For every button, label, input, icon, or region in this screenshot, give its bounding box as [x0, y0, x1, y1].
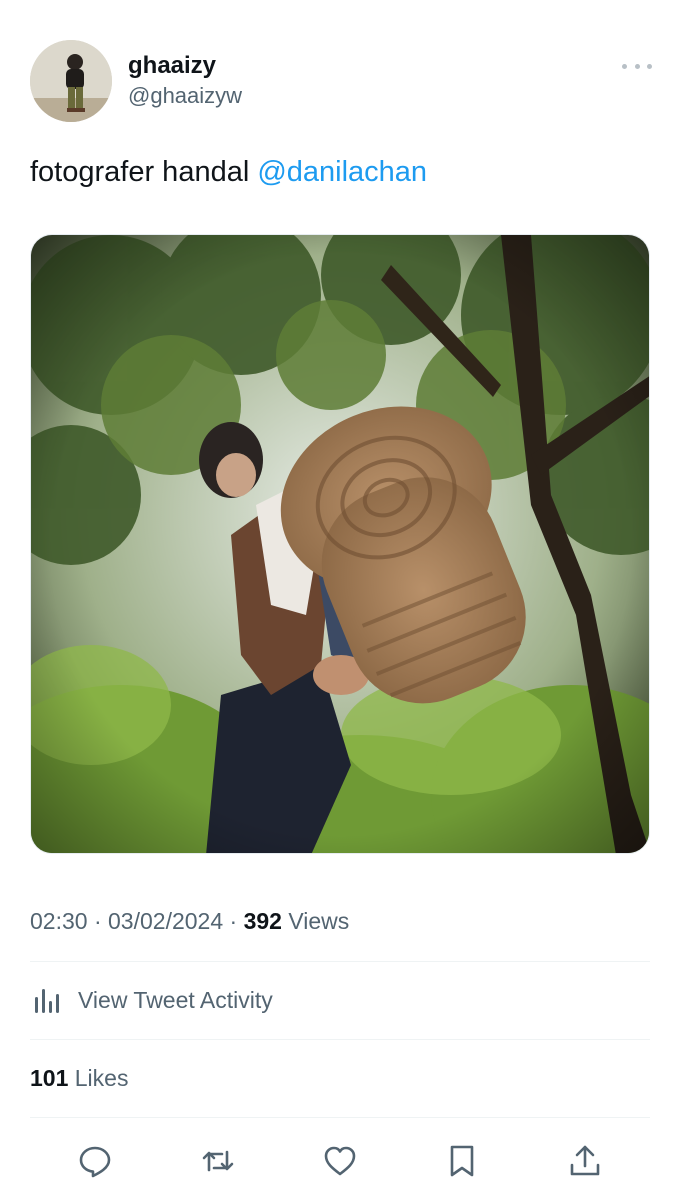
bookmark-icon: [450, 1145, 474, 1177]
tweet-header: ghaaizy @ghaaizyw: [30, 40, 652, 124]
tweet-body: fotografer handal: [30, 156, 258, 188]
likes-count: 101: [30, 1065, 69, 1091]
views-count: 392: [243, 908, 282, 934]
reply-button[interactable]: [72, 1138, 118, 1184]
user-handle[interactable]: @ghaaizyw: [128, 82, 242, 110]
tweet-text: fotografer handal @danilachan: [30, 154, 427, 190]
meta-separator: ·: [223, 908, 244, 934]
more-options-icon[interactable]: [622, 56, 652, 76]
likes-count-link[interactable]: 101 Likes: [30, 1063, 128, 1093]
retweet-button[interactable]: [195, 1138, 241, 1184]
share-icon: [570, 1145, 600, 1176]
divider: [30, 1117, 650, 1118]
likes-label: Likes: [68, 1065, 129, 1091]
divider: [30, 961, 650, 962]
bookmark-button[interactable]: [439, 1138, 485, 1184]
divider: [30, 1039, 650, 1040]
heart-icon: [324, 1146, 356, 1176]
meta-separator: ·: [87, 908, 109, 934]
bar-chart-icon: [35, 989, 59, 1013]
tweet-photo[interactable]: [30, 234, 650, 854]
display-name[interactable]: ghaaizy: [128, 52, 242, 80]
activity-label: View Tweet Activity: [78, 986, 273, 1013]
avatar[interactable]: [30, 40, 112, 122]
tweet-action-bar: [30, 1138, 650, 1184]
view-tweet-activity-button[interactable]: View Tweet Activity: [30, 980, 273, 1020]
author-names: ghaaizy @ghaaizyw: [128, 52, 242, 110]
share-button[interactable]: [562, 1138, 608, 1184]
retweet-icon: [202, 1150, 234, 1172]
like-button[interactable]: [317, 1138, 363, 1184]
tweet-meta: 02:30 · 03/02/2024 · 392 Views: [30, 906, 349, 936]
tweet-date: 03/02/2024: [108, 908, 224, 934]
views-label: Views: [281, 908, 350, 934]
mention-link[interactable]: @danilachan: [257, 156, 427, 188]
tweet-time: 02:30: [30, 908, 88, 934]
reply-icon: [79, 1146, 111, 1178]
